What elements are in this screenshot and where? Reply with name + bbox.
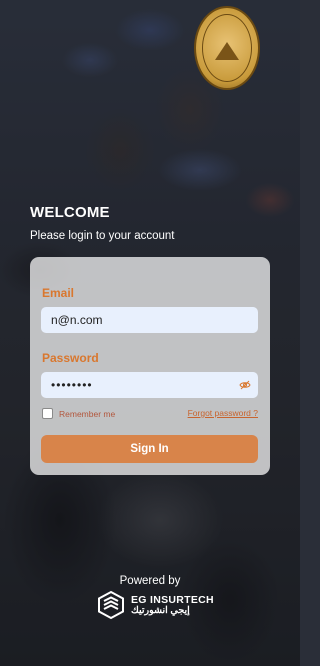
remember-me-label: Remember me	[59, 408, 116, 419]
remember-me[interactable]: Remember me	[42, 408, 115, 419]
password-field[interactable]: ••••••••	[41, 372, 258, 398]
brand-logo: EG INSURTECH إيجي انشورتيك	[96, 590, 214, 620]
eye-slash-icon[interactable]	[239, 379, 251, 391]
powered-by-text: Powered by	[119, 575, 181, 587]
welcome-subtitle: Please login to your account	[30, 230, 175, 242]
sign-in-button[interactable]: Sign In	[41, 435, 258, 463]
brand-name-arabic: إيجي انشورتيك	[131, 604, 190, 616]
brand-name-english: EG INSURTECH	[131, 593, 214, 606]
remember-me-checkbox[interactable]	[42, 408, 53, 419]
password-field-value: ••••••••	[51, 378, 93, 392]
login-card: Email n@n.com Password •••••••• Remember…	[30, 257, 270, 475]
seal-ring	[202, 14, 252, 82]
email-field[interactable]: n@n.com	[41, 307, 258, 333]
password-label: Password	[42, 351, 99, 365]
forgot-password-link[interactable]: Forgot password ?	[188, 408, 258, 418]
association-seal-icon	[194, 6, 260, 90]
welcome-title: WELCOME	[30, 204, 110, 221]
email-label: Email	[42, 286, 75, 300]
email-field-value: n@n.com	[51, 313, 103, 327]
eg-insurtech-logo-icon	[98, 590, 124, 620]
